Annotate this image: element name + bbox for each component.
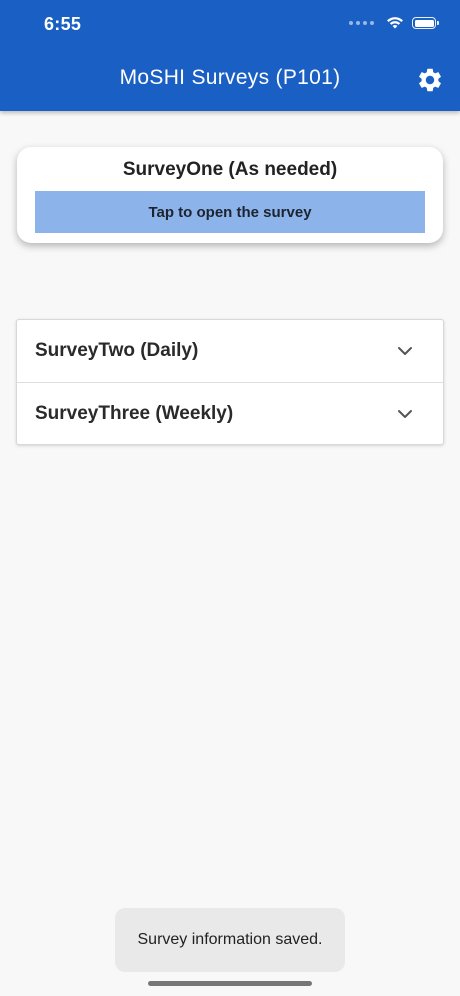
signal-dots-icon xyxy=(349,21,374,25)
gear-icon xyxy=(419,68,441,92)
featured-survey-card: SurveyOne (As needed) Tap to open the su… xyxy=(17,147,443,243)
home-indicator xyxy=(148,981,312,986)
survey-item-surveythree[interactable]: SurveyThree (Weekly) xyxy=(17,382,443,444)
survey-item-label: SurveyTwo (Daily) xyxy=(35,340,199,361)
wifi-icon xyxy=(387,17,403,29)
page-title: MoSHI Surveys (P101) xyxy=(119,66,341,89)
status-time: 6:55 xyxy=(44,14,82,34)
toast-message: Survey information saved. xyxy=(115,908,345,972)
survey-item-label: SurveyThree (Weekly) xyxy=(35,402,234,424)
open-survey-button[interactable]: Tap to open the survey xyxy=(35,191,425,233)
chevron-down-icon xyxy=(397,406,413,422)
featured-survey-title: SurveyOne (As needed) xyxy=(122,159,338,180)
status-icons xyxy=(349,16,439,30)
chevron-down-icon xyxy=(397,343,413,359)
settings-button[interactable] xyxy=(414,64,446,96)
app-header: 6:55 MoSHI Surveys (P101) xyxy=(0,0,460,111)
battery-icon xyxy=(412,17,439,29)
survey-list: SurveyTwo (Daily) SurveyThree (Weekly) xyxy=(16,319,444,445)
survey-item-surveytwo[interactable]: SurveyTwo (Daily) xyxy=(17,320,443,382)
